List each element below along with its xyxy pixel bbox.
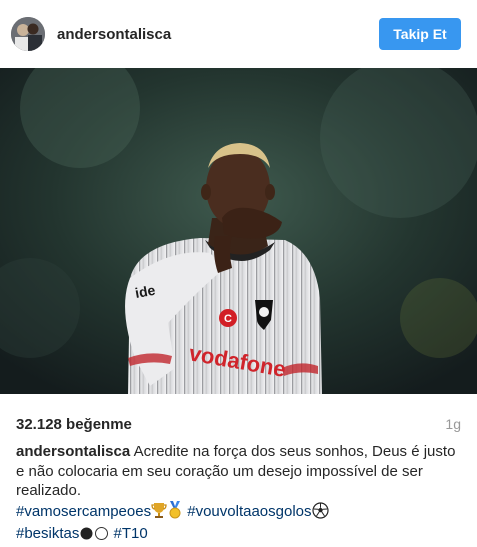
hashtag-vamosercampeoes[interactable]: #vamosercampeoes [16,503,151,520]
hashtag-besiktas[interactable]: #besiktas [16,525,79,542]
hashtag-vouvoltaaosgolos[interactable]: #vouvoltaaosgolos [187,503,311,520]
post-header: andersontalisca Takip Et [0,0,477,68]
medal-emoji-icon [167,500,183,525]
hashtag-t10[interactable]: #T10 [114,525,148,542]
likes-count[interactable]: 32.128 beğenme [16,416,132,433]
black-circle-emoji-icon [79,526,94,547]
post-photo[interactable]: C vodafone ide [0,68,477,394]
caption-username[interactable]: andersontalisca [16,443,130,460]
header-username[interactable]: andersontalisca [57,26,379,43]
likes-row: 32.128 beğenme 1g [16,416,461,433]
caption: andersontalisca Acredite na força dos se… [16,442,461,547]
follow-button[interactable]: Takip Et [379,18,461,50]
trophy-emoji-icon [151,502,167,525]
post-time[interactable]: 1g [445,416,461,432]
instagram-post: andersontalisca Takip Et C vodafone ide … [0,0,477,542]
avatar[interactable] [11,17,45,51]
white-circle-emoji-icon [94,526,109,547]
svg-text:C: C [224,313,232,325]
soccer-ball-emoji-icon [311,501,329,525]
